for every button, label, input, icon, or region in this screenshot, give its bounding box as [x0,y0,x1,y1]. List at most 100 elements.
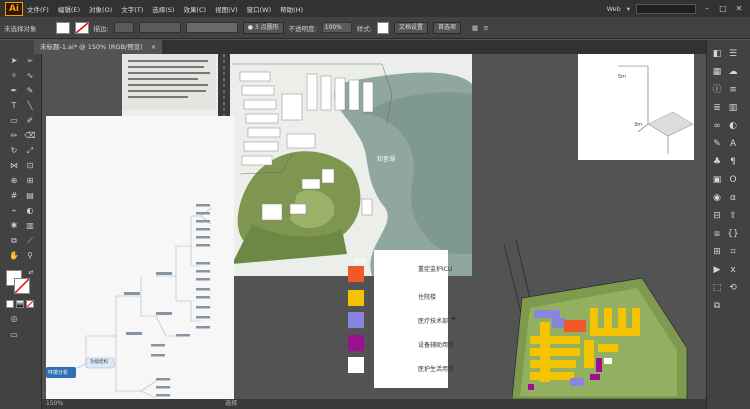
swatches-panel-icon[interactable]: ▦ [711,66,723,78]
preferences-button[interactable]: 首选项 [433,21,462,34]
pathfinder-panel-icon[interactable]: ⧈ [711,228,723,240]
arrange-icon[interactable]: ▦ [472,24,478,32]
opacity-field[interactable]: 100% [321,22,352,33]
gradient-mode-icon[interactable] [16,300,24,308]
canvas[interactable]: 知音湖 基地 功能结构 环境分析 5m 3m 重症监护ICU 住院楼 医疗技术部… [42,54,706,399]
variables-panel-icon[interactable]: x [727,264,739,276]
color-panel-icon[interactable]: ◧ [711,48,723,60]
graphic-styles-icon[interactable]: ▣ [711,174,723,186]
menu-object[interactable]: 对象(O) [89,4,112,14]
asset-export-icon[interactable]: ⇪ [727,210,739,222]
screen-mode-icon[interactable]: ▭ [8,330,20,340]
type-tool-icon[interactable]: T [8,101,20,111]
stroke-panel-icon[interactable]: ≡ [727,84,739,96]
libraries-panel-icon[interactable]: ☁ [727,66,739,78]
brush-definition-field[interactable] [185,22,238,33]
lasso-icon[interactable]: ∿ [24,71,36,81]
pen-tool-icon[interactable]: ✒ [8,86,20,96]
direct-selection-icon[interactable]: ➢ [24,56,36,66]
menu-effect[interactable]: 效果(C) [183,4,206,14]
paragraph-panel-icon[interactable]: ¶ [727,156,739,168]
width-tool-icon[interactable]: ⋈ [8,161,20,171]
properties-panel-icon[interactable]: ☰ [727,48,739,60]
brushes-panel-icon[interactable]: ✎ [711,138,723,150]
css-properties-icon[interactable]: {} [727,228,739,240]
eyedropper-icon[interactable]: ⌁ [8,206,20,216]
appearance-panel-icon[interactable]: ◉ [711,192,723,204]
legend-color-icu [348,266,364,282]
mesh-tool-icon[interactable]: # [8,191,20,201]
none-mode-icon[interactable] [26,300,34,308]
shape-builder-icon[interactable]: ⊕ [8,176,20,186]
curvature-tool-icon[interactable]: ✎ [24,86,36,96]
hand-tool-icon[interactable]: ✋ [8,251,20,261]
layers-panel-icon[interactable]: ≣ [711,102,723,114]
perspective-grid-icon[interactable]: ⊞ [24,176,36,186]
opentype-panel-icon[interactable]: O [727,174,739,186]
eraser-icon[interactable]: ⌫ [24,131,36,141]
history-panel-icon[interactable]: ⟲ [727,282,739,294]
fill-swatch[interactable] [55,21,70,34]
menu-edit[interactable]: 编辑(E) [58,4,80,14]
stroke-swatch[interactable] [74,21,89,34]
gradient-panel-icon[interactable]: ▥ [727,102,739,114]
free-transform-icon[interactable]: ⊡ [24,161,36,171]
transparency-panel-icon[interactable]: ◐ [727,120,739,132]
brush-dropdown[interactable]: ● 3 点圆形 [242,21,284,34]
paintbrush-icon[interactable]: ✐ [24,116,36,126]
actions-panel-icon[interactable]: ▶ [711,264,723,276]
stroke-color-icon[interactable] [14,278,30,294]
gradient-tool-icon[interactable]: ▤ [24,191,36,201]
zoning-plan[interactable] [511,277,692,399]
navigator-panel-icon[interactable]: ⬚ [711,282,723,294]
artboard-tool-icon[interactable]: ⧉ [8,236,20,246]
links-panel-icon[interactable]: ∞ [711,120,723,132]
menu-help[interactable]: 帮助(H) [280,4,303,14]
menu-icon[interactable]: ≡ [483,24,488,32]
swap-colors-icon[interactable]: ⇄ [25,268,37,278]
close-tab-icon[interactable]: × [151,43,156,51]
menu-view[interactable]: 视图(V) [215,4,238,14]
color-mode-icon[interactable] [6,300,14,308]
rotate-tool-icon[interactable]: ↻ [8,146,20,156]
line-tool-icon[interactable]: ╲ [24,101,36,111]
legend-panel[interactable]: 重症监护ICU 住院楼 医疗技术部 设备辅助用房 医护生活用房 [374,250,454,388]
legend-color-inpatient [348,290,364,306]
slice-tool-icon[interactable]: ⟋ [24,236,36,246]
maximize-icon[interactable]: □ [718,4,728,14]
menu-file[interactable]: 文件(F) [27,4,49,14]
info-panel-icon[interactable]: ⓘ [711,84,723,96]
menu-window[interactable]: 窗口(W) [247,4,272,14]
transform-panel-icon[interactable]: ⊞ [711,246,723,258]
glyphs-panel-icon[interactable]: α [727,192,739,204]
chevron-down-icon[interactable]: ▾ [627,5,630,13]
image-trace-icon[interactable]: ⌗ [727,246,739,258]
artboards-panel-icon[interactable]: ⧉ [711,300,723,312]
pencil-icon[interactable]: ✏ [8,131,20,141]
stroke-weight-field[interactable] [113,22,134,33]
column-graph-icon[interactable]: ▥ [24,221,36,231]
variable-width-field[interactable] [138,22,181,33]
rectangle-tool-icon[interactable]: ▭ [8,116,20,126]
graphic-style-swatch[interactable] [377,21,389,34]
symbol-sprayer-icon[interactable]: ✱ [8,221,20,231]
selection-tool-icon[interactable]: ➤ [8,56,20,66]
zoom-tool-icon[interactable]: ⚲ [24,251,36,261]
zoom-level[interactable]: 150% [46,400,63,407]
document-setup-button[interactable]: 文档设置 [394,21,429,34]
menu-type[interactable]: 文字(T) [121,4,143,14]
scale-tool-icon[interactable]: ⤢ [24,146,36,156]
character-panel-icon[interactable]: A [727,138,739,150]
magic-wand-icon[interactable]: ✧ [8,71,20,81]
legend-label-medtech: 医疗技术部 [418,318,449,325]
menu-select[interactable]: 选择(S) [152,4,174,14]
document-tab[interactable]: 未标题-1.ai* @ 150% (RGB/预览) × [34,40,163,54]
workspace-switcher[interactable]: Web [607,5,621,13]
blend-tool-icon[interactable]: ◐ [24,206,36,216]
search-input[interactable] [636,3,696,14]
align-panel-icon[interactable]: ⊟ [711,210,723,222]
draw-mode-icon[interactable]: ◎ [8,314,20,324]
symbols-panel-icon[interactable]: ♣ [711,156,723,168]
close-icon[interactable]: ✕ [734,4,744,14]
minimize-icon[interactable]: – [702,4,712,14]
